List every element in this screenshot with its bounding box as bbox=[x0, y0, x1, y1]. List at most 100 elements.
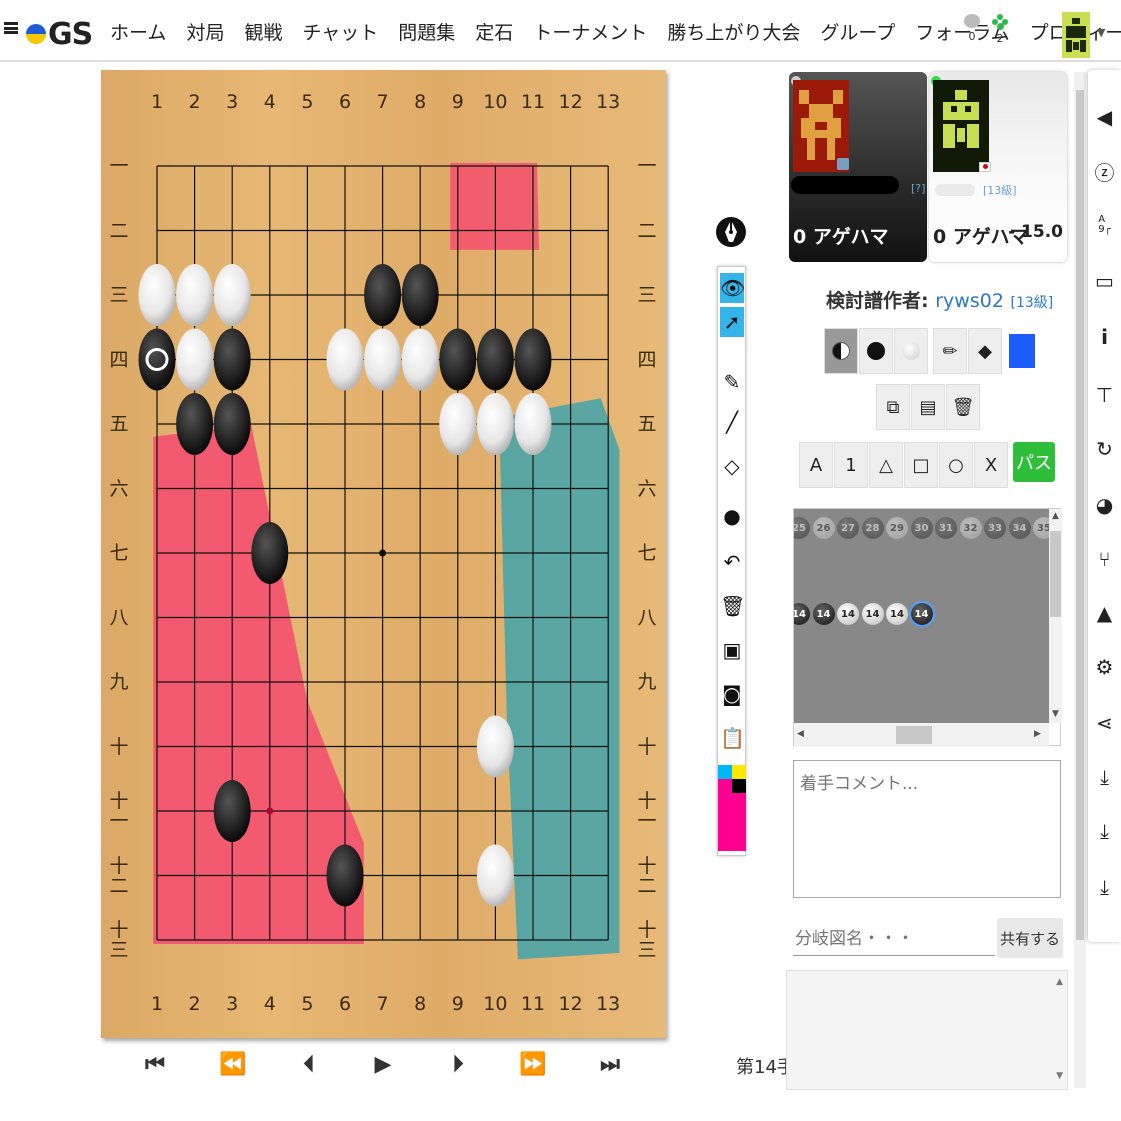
play-button[interactable]: ▶ bbox=[375, 1052, 392, 1077]
black-stone[interactable] bbox=[326, 844, 364, 907]
white-stone[interactable] bbox=[514, 393, 552, 455]
tree-move-node[interactable]: 28 bbox=[861, 517, 884, 539]
refresh-icon[interactable]: ↻ bbox=[1088, 434, 1121, 464]
white-stone[interactable] bbox=[476, 844, 514, 907]
white-stone[interactable] bbox=[476, 393, 514, 455]
eraser-icon[interactable]: ◇ bbox=[720, 451, 744, 481]
share-icon[interactable]: ⋖ bbox=[1088, 708, 1121, 738]
pointer-icon[interactable]: ➚ bbox=[720, 307, 744, 337]
clipboard-icon[interactable]: 📋 bbox=[720, 723, 745, 753]
black-stone[interactable] bbox=[401, 264, 439, 326]
pencil-button[interactable]: ✏ bbox=[933, 328, 967, 374]
coordinates-toggle-icon[interactable]: A 9┌ bbox=[1088, 210, 1121, 240]
board-canvas[interactable] bbox=[101, 70, 666, 1038]
black-stone[interactable] bbox=[364, 264, 402, 326]
tree-move-node[interactable]: 14 bbox=[812, 603, 835, 625]
back-10-button[interactable]: ⏪ bbox=[219, 1052, 246, 1077]
variation-name-input[interactable] bbox=[793, 922, 995, 956]
stone-icon[interactable]: ● bbox=[720, 501, 744, 531]
download-icon[interactable]: ⤓ bbox=[1088, 816, 1121, 846]
tree-move-node[interactable]: 14 bbox=[861, 603, 884, 625]
user-menu-chevron-icon[interactable]: ▼ bbox=[1097, 26, 1105, 39]
tree-move-node[interactable]: 32 bbox=[959, 517, 982, 539]
sidebar-scrollbar[interactable] bbox=[1074, 72, 1086, 1088]
white-player-card[interactable]: [13級] 0 アゲハマ - 15.0 bbox=[929, 72, 1067, 262]
go-board[interactable]: 1 1 2 2 3 3 4 4 5 5 6 6 7 7 8 8 9 9 10 10 11 11 12 12 13 13 一一二二三三… bbox=[101, 70, 666, 1038]
forward-10-button[interactable]: ⏩ bbox=[519, 1052, 546, 1077]
tree-move-node[interactable]: 14 bbox=[837, 603, 859, 625]
white-stone[interactable] bbox=[176, 264, 214, 326]
mark-number-button[interactable]: 1 bbox=[834, 442, 868, 488]
tree-current-move-node[interactable]: 14 bbox=[910, 603, 933, 625]
scroll-thumb[interactable] bbox=[1076, 90, 1084, 940]
scroll-down-icon[interactable]: ▼ bbox=[1056, 1071, 1063, 1081]
first-move-button[interactable]: ⏮ bbox=[145, 1052, 165, 1077]
color-swatch-magenta[interactable] bbox=[718, 779, 732, 793]
nav-ladders[interactable]: 勝ち上がり大会 bbox=[667, 18, 800, 45]
color-picker[interactable] bbox=[1009, 334, 1035, 368]
tree-move-node[interactable]: 35 bbox=[1033, 517, 1049, 539]
tree-move-node[interactable]: 29 bbox=[886, 517, 908, 539]
undo-icon[interactable]: ↶ bbox=[720, 547, 744, 577]
tree-move-node[interactable]: 27 bbox=[837, 517, 859, 539]
share-button[interactable]: 共有する bbox=[997, 918, 1063, 958]
black-stone[interactable] bbox=[439, 328, 477, 391]
alternate-stone-button[interactable] bbox=[824, 328, 858, 374]
black-stone[interactable] bbox=[213, 328, 251, 391]
download-icon[interactable]: ⤓ bbox=[1088, 762, 1121, 792]
menu-icon[interactable] bbox=[4, 22, 18, 34]
pass-button[interactable]: パス bbox=[1013, 442, 1055, 482]
chat-indicator[interactable]: 0 bbox=[961, 14, 983, 43]
white-stone[interactable] bbox=[476, 715, 514, 778]
info-icon[interactable]: i bbox=[1088, 322, 1121, 352]
color-swatch-black[interactable] bbox=[732, 779, 746, 793]
user-avatar[interactable] bbox=[1062, 12, 1090, 58]
tree-move-node[interactable]: 26 bbox=[812, 517, 835, 539]
warning-icon[interactable]: ▲ bbox=[1088, 598, 1121, 628]
eraser-button[interactable]: ◆ bbox=[968, 328, 1002, 374]
camera-icon[interactable]: ◙ bbox=[720, 679, 744, 709]
scroll-right-icon[interactable]: ▶ bbox=[1034, 729, 1041, 739]
nav-play[interactable]: 対局 bbox=[186, 18, 224, 45]
ogs-logo[interactable]: GS bbox=[26, 16, 93, 52]
white-stone[interactable] bbox=[439, 393, 477, 455]
current-color-swatch[interactable] bbox=[718, 793, 746, 851]
scroll-thumb[interactable] bbox=[1050, 531, 1061, 617]
tree-move-node[interactable]: 31 bbox=[935, 517, 957, 539]
tree-move-node[interactable]: 33 bbox=[984, 517, 1006, 539]
black-stone[interactable] bbox=[176, 393, 214, 455]
sliders-icon[interactable]: ⚙ bbox=[1088, 652, 1121, 682]
clipboard-color-icon[interactable]: ▣ bbox=[720, 635, 744, 665]
nav-watch[interactable]: 観戦 bbox=[244, 18, 282, 45]
friends-indicator[interactable]: 2 bbox=[989, 14, 1011, 45]
white-stone[interactable] bbox=[364, 328, 402, 391]
black-stone[interactable] bbox=[514, 328, 552, 391]
nav-puzzles[interactable]: 問題集 bbox=[398, 18, 455, 45]
scroll-up-icon[interactable]: ▲ bbox=[1052, 511, 1059, 521]
tree-vertical-scrollbar[interactable]: ▲ ▼ bbox=[1049, 509, 1062, 723]
black-stone-button[interactable] bbox=[859, 328, 893, 374]
eye-icon[interactable]: 👁 bbox=[720, 273, 745, 303]
scroll-left-icon[interactable]: ◀ bbox=[797, 729, 804, 739]
analysis-author-name[interactable]: ryws02 bbox=[935, 290, 1004, 312]
chat-log[interactable]: ▲ ▼ bbox=[786, 970, 1068, 1090]
copy-button[interactable]: ⧉ bbox=[876, 384, 910, 430]
nav-home[interactable]: ホーム bbox=[110, 18, 166, 45]
mark-square-button[interactable]: □ bbox=[904, 442, 938, 488]
move-tree[interactable]: 25 26 27 28 29 30 31 32 33 34 35 14 14 14 14 14 14 ▲ ▼ ◀… bbox=[793, 508, 1062, 747]
color-swatch-cyan[interactable] bbox=[718, 765, 732, 779]
white-stone[interactable] bbox=[213, 264, 251, 326]
zen-mode-icon[interactable]: ⓩ bbox=[1088, 156, 1121, 186]
nav-joseki[interactable]: 定石 bbox=[475, 18, 513, 45]
tree-move-node[interactable]: 30 bbox=[910, 517, 933, 539]
black-stone[interactable] bbox=[213, 393, 251, 455]
white-stone[interactable] bbox=[326, 328, 364, 391]
scroll-down-icon[interactable]: ▼ bbox=[1052, 709, 1059, 719]
highlighter-icon[interactable]: ✎ bbox=[720, 367, 744, 397]
white-stone[interactable] bbox=[176, 328, 214, 391]
delete-button[interactable]: 🗑 bbox=[946, 384, 980, 430]
black-stone[interactable] bbox=[213, 780, 251, 842]
tree-move-node[interactable]: 25 bbox=[794, 517, 810, 539]
black-player-card[interactable]: [?] 0 アゲハマ bbox=[789, 72, 927, 262]
trash-icon[interactable]: 🗑 bbox=[720, 591, 745, 621]
